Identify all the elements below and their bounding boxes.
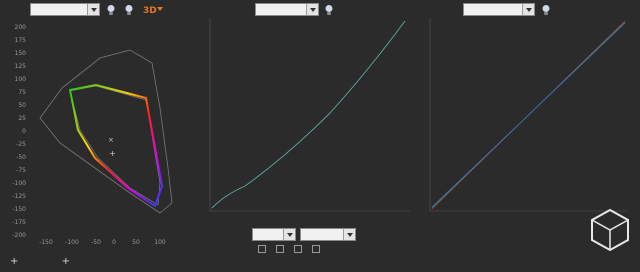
channel-check[interactable] bbox=[276, 245, 286, 253]
x-tick: -50 bbox=[91, 239, 101, 246]
channel-check[interactable] bbox=[312, 245, 322, 253]
white-point-controls: + + bbox=[10, 256, 70, 267]
y-tick: 25 bbox=[18, 115, 26, 122]
pcs-direction-select[interactable] bbox=[300, 228, 356, 241]
y-tick: 75 bbox=[18, 89, 26, 96]
target-gamut bbox=[68, 83, 164, 208]
y-tick: 150 bbox=[15, 50, 27, 57]
channel-check[interactable] bbox=[294, 245, 304, 253]
x-tick: 0 bbox=[112, 239, 116, 246]
y-tick: 100 bbox=[15, 76, 27, 83]
lightbulb-icon[interactable] bbox=[541, 4, 551, 16]
tone-curve-plot[interactable] bbox=[200, 18, 415, 223]
y-tick: -200 bbox=[12, 232, 26, 239]
blue-curve bbox=[431, 22, 626, 208]
white-point-marker: × bbox=[108, 136, 114, 144]
y-tick: 175 bbox=[15, 37, 27, 44]
lightbulb-icon[interactable] bbox=[124, 4, 134, 16]
add-white-point-button[interactable]: + bbox=[10, 256, 18, 267]
y-tick: -100 bbox=[12, 180, 26, 187]
y-tick: 200 bbox=[15, 24, 27, 31]
y-tick: 50 bbox=[18, 102, 26, 109]
crosshair-icon: + bbox=[61, 256, 70, 267]
chromaticity-plot[interactable]: 200 175 150 125 100 75 50 25 0 -25 -50 -… bbox=[0, 18, 195, 250]
polyhedron-logo-icon bbox=[591, 208, 629, 252]
y-tick: -175 bbox=[12, 219, 26, 226]
y-tick: 0 bbox=[22, 128, 26, 135]
tone-curve-line bbox=[211, 20, 406, 209]
curve-select[interactable] bbox=[255, 3, 319, 16]
chevron-down-icon bbox=[87, 4, 99, 15]
y-tick: -125 bbox=[12, 193, 26, 200]
y-tick: -50 bbox=[16, 154, 26, 161]
y-tick: -150 bbox=[12, 206, 26, 213]
y-axis-ticks: 200 175 150 125 100 75 50 25 0 -25 -50 -… bbox=[12, 24, 26, 239]
y-tick: -25 bbox=[16, 141, 26, 148]
y-tick: 125 bbox=[15, 63, 27, 70]
lightbulb-icon[interactable] bbox=[324, 4, 334, 16]
x-tick: 100 bbox=[154, 239, 166, 246]
chevron-down-icon bbox=[343, 229, 355, 240]
gamut-select[interactable] bbox=[30, 3, 100, 16]
rendering-intent-select[interactable] bbox=[252, 228, 296, 241]
x-axis-ticks: -150 -100 -50 0 50 100 bbox=[39, 239, 166, 246]
y-tick: -75 bbox=[16, 167, 26, 174]
calibration-curve-select[interactable] bbox=[463, 3, 535, 16]
x-tick: -150 bbox=[39, 239, 53, 246]
x-tick: -100 bbox=[65, 239, 79, 246]
chevron-down-icon bbox=[522, 4, 534, 15]
chevron-down-icon bbox=[283, 229, 295, 240]
channel-check[interactable] bbox=[258, 245, 268, 253]
lightbulb-icon[interactable] bbox=[106, 4, 116, 16]
x-tick: 50 bbox=[132, 239, 140, 246]
target-white-marker: + bbox=[109, 149, 116, 158]
svg-text:3D: 3D bbox=[143, 6, 157, 16]
chevron-down-icon bbox=[306, 4, 318, 15]
channel-checkboxes bbox=[258, 245, 322, 253]
3d-view-icon[interactable]: 3D bbox=[143, 3, 165, 16]
calibration-curve-plot[interactable] bbox=[422, 18, 632, 223]
